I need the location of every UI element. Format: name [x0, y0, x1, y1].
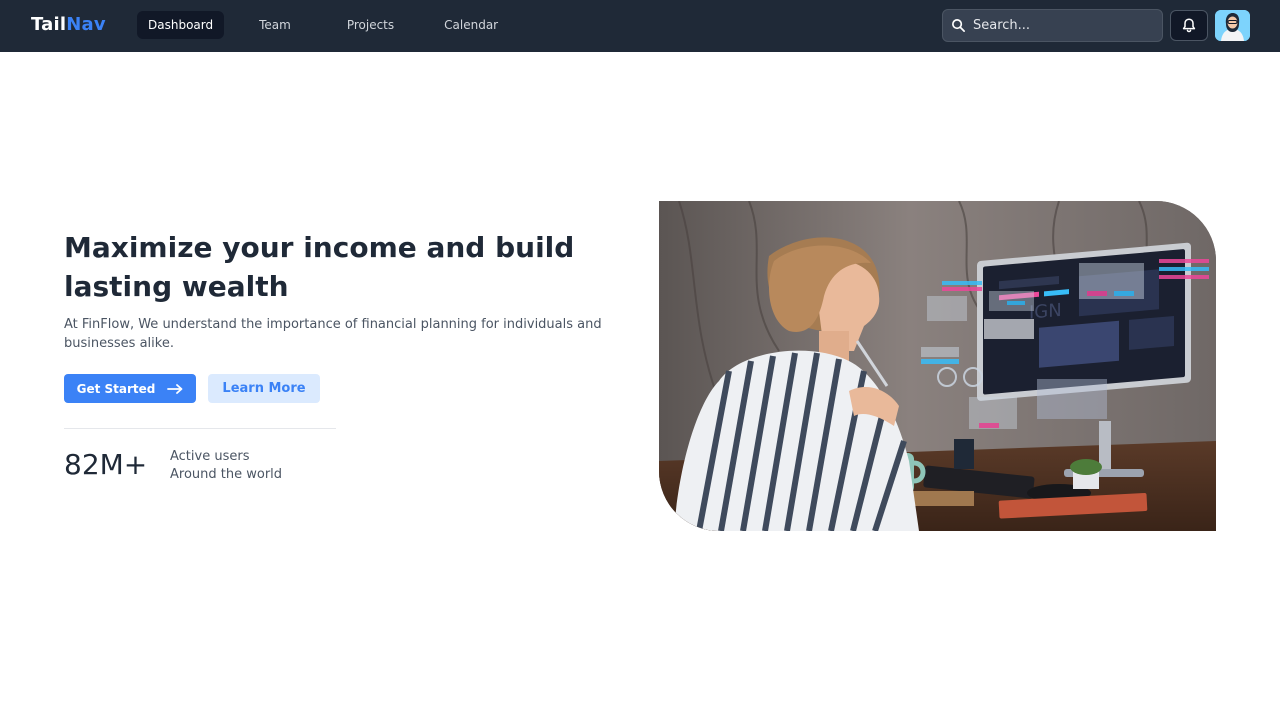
nav-link-projects[interactable]: Projects	[336, 11, 405, 39]
brand-logo-part2: Nav	[66, 14, 106, 35]
learn-more-label: Learn More	[222, 381, 306, 396]
top-navbar: TailNav Dashboard Team Projects Calendar	[0, 0, 1280, 52]
stat-label-line2: Around the world	[170, 467, 283, 482]
hero-description: At FinFlow, We understand the importance…	[64, 317, 602, 351]
nav-link-team[interactable]: Team	[248, 11, 302, 39]
brand-logo[interactable]: TailNav	[31, 13, 106, 37]
search-box	[942, 9, 1163, 42]
hero-title: Maximize your income and build lasting w…	[64, 231, 575, 303]
search-input[interactable]	[973, 10, 1158, 41]
notifications-button[interactable]	[1170, 10, 1208, 41]
avatar-image	[1215, 10, 1250, 41]
bell-icon	[1182, 18, 1196, 33]
nav-links: Dashboard Team Projects Calendar	[137, 11, 509, 39]
search-icon	[952, 19, 965, 32]
nav-link-calendar[interactable]: Calendar	[433, 11, 509, 39]
brand-logo-part1: Tail	[31, 14, 67, 35]
get-started-label: Get Started	[76, 381, 156, 396]
stat-label-line1: Active users	[170, 449, 250, 464]
user-avatar[interactable]	[1215, 10, 1250, 41]
learn-more-button[interactable]: Learn More	[208, 374, 320, 403]
arrow-right-icon	[167, 383, 183, 394]
nav-link-dashboard[interactable]: Dashboard	[137, 11, 225, 39]
woman-at-computer-illustration: IGN	[659, 201, 1216, 531]
stats-divider	[64, 428, 336, 429]
hero-image: IGN	[659, 201, 1216, 531]
get-started-button[interactable]: Get Started	[64, 374, 196, 403]
stat-value: 82M+	[64, 448, 148, 481]
